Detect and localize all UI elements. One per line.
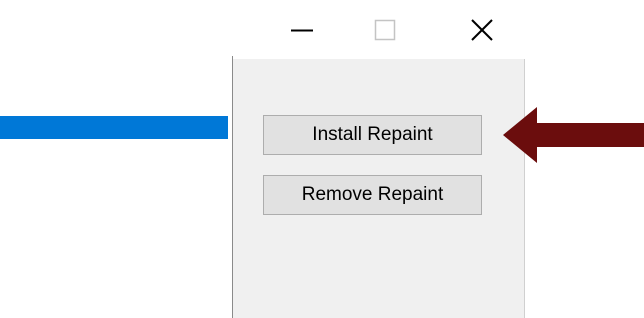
- close-button[interactable]: [454, 0, 510, 59]
- close-icon: [471, 18, 493, 41]
- list-item-selected[interactable]: [0, 116, 228, 139]
- maximize-button[interactable]: [357, 0, 413, 59]
- maximize-icon: [374, 19, 396, 40]
- install-repaint-button[interactable]: Install Repaint: [263, 115, 482, 155]
- arrow-pointer-icon: [503, 107, 644, 163]
- minimize-icon: [291, 29, 313, 31]
- minimize-button[interactable]: [274, 0, 330, 59]
- repaint-list[interactable]: [0, 56, 233, 318]
- title-bar: [0, 0, 644, 59]
- remove-repaint-button[interactable]: Remove Repaint: [263, 175, 482, 215]
